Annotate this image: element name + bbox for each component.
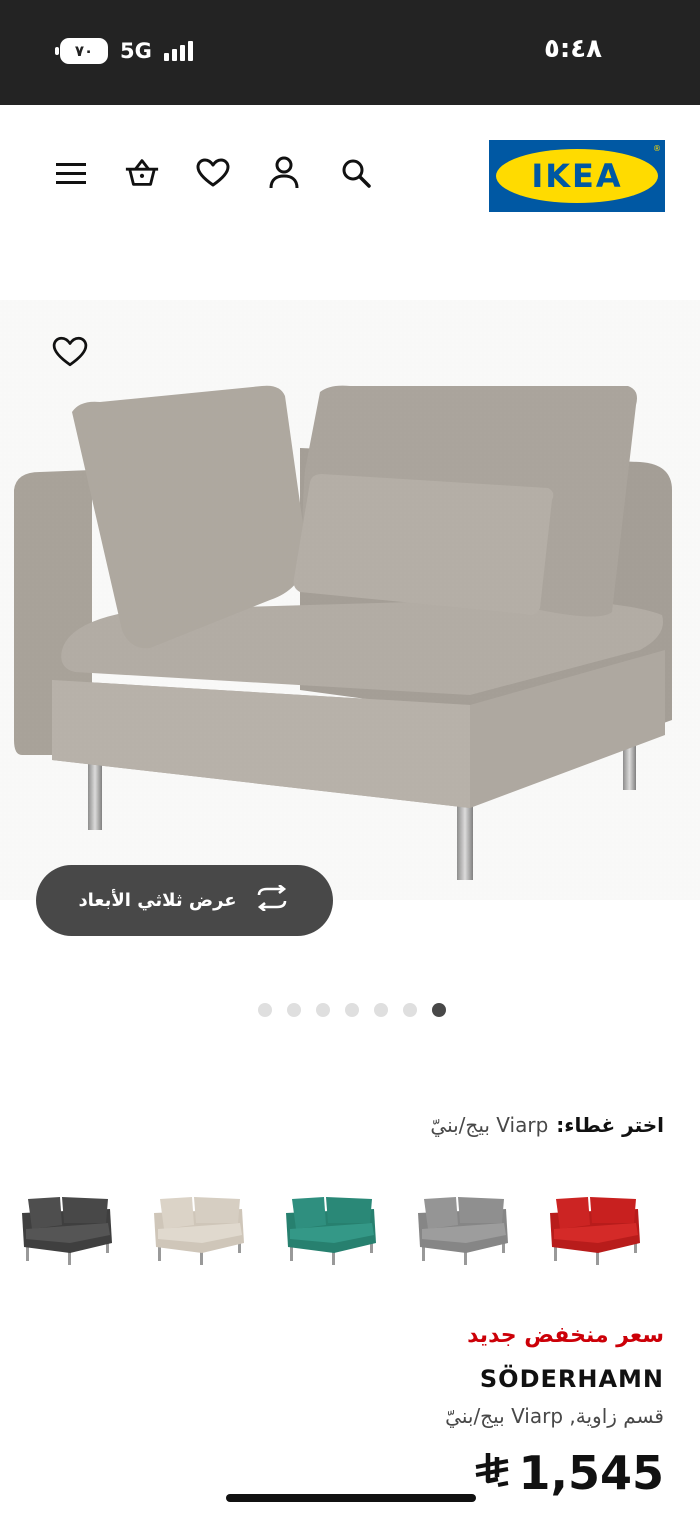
basket-icon[interactable] bbox=[124, 155, 160, 191]
user-icon[interactable] bbox=[266, 155, 302, 191]
search-icon[interactable] bbox=[338, 155, 374, 191]
cover-swatch-dark-grey[interactable] bbox=[20, 1185, 116, 1271]
view-3d-label: عرض ثلاثي الأبعاد bbox=[78, 890, 237, 911]
promo-label: سعر منخفض جديد bbox=[467, 1323, 664, 1348]
cover-swatch-beige[interactable] bbox=[152, 1185, 248, 1271]
price-value: 1,545 bbox=[518, 1446, 664, 1500]
gallery-dot[interactable] bbox=[287, 1003, 301, 1017]
product-price: 1,545 bbox=[472, 1446, 664, 1500]
logo-oval: IKEA bbox=[496, 149, 658, 203]
gallery-dot[interactable] bbox=[374, 1003, 388, 1017]
cover-swatch-green[interactable] bbox=[284, 1185, 380, 1271]
gallery-dot[interactable] bbox=[316, 1003, 330, 1017]
home-indicator bbox=[226, 1494, 476, 1502]
riyal-currency-icon bbox=[472, 1451, 512, 1495]
status-time: ٥:٤٨ bbox=[543, 34, 602, 64]
battery-indicator: ٧٠ bbox=[55, 38, 108, 64]
cover-swatch-red[interactable] bbox=[548, 1185, 644, 1271]
view-3d-button[interactable]: عرض ثلاثي الأبعاد bbox=[36, 865, 333, 936]
registered-mark: ® bbox=[653, 144, 661, 153]
product-name[interactable]: SÖDERHAMN bbox=[480, 1365, 664, 1393]
gallery-dot-active[interactable] bbox=[432, 1003, 446, 1017]
battery-level: ٧٠ bbox=[74, 42, 94, 60]
site-header: IKEA ® bbox=[0, 105, 700, 235]
add-to-favorites-icon[interactable] bbox=[52, 336, 90, 372]
signal-icon bbox=[163, 41, 193, 61]
gallery-pagination bbox=[258, 1003, 446, 1017]
gallery-dot[interactable] bbox=[345, 1003, 359, 1017]
cover-selector-label: اختر غطاء: Viarp بيج/بنيّ bbox=[430, 1113, 664, 1137]
heart-icon[interactable] bbox=[195, 155, 231, 191]
sofa-illustration bbox=[0, 300, 700, 900]
cover-label: اختر غطاء: bbox=[556, 1113, 664, 1137]
logo-text: IKEA bbox=[531, 157, 623, 195]
status-bar: ٧٠ 5G ٥:٤٨ bbox=[0, 0, 700, 105]
product-image[interactable] bbox=[0, 300, 700, 900]
gallery-dot[interactable] bbox=[403, 1003, 417, 1017]
menu-icon[interactable] bbox=[53, 155, 89, 191]
gallery-dot[interactable] bbox=[258, 1003, 272, 1017]
cover-swatch-grey[interactable] bbox=[416, 1185, 512, 1271]
status-left: ٧٠ 5G bbox=[55, 38, 193, 64]
rotate-3d-icon bbox=[253, 883, 291, 916]
cover-value: Viarp بيج/بنيّ bbox=[430, 1113, 549, 1137]
network-type: 5G bbox=[120, 39, 152, 63]
ikea-logo[interactable]: IKEA ® bbox=[489, 140, 665, 212]
product-description: قسم زاوية, Viarp بيج/بنيّ bbox=[445, 1404, 664, 1428]
